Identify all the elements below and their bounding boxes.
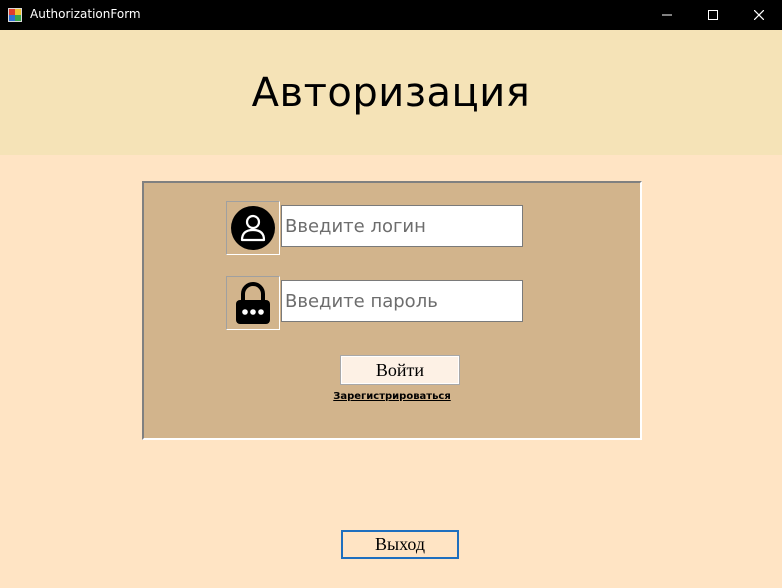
maximize-icon bbox=[708, 10, 718, 20]
exit-button[interactable]: Выход bbox=[341, 530, 459, 559]
window-title: AuthorizationForm bbox=[30, 7, 141, 21]
login-button[interactable]: Войти bbox=[340, 355, 460, 385]
app-icon bbox=[8, 8, 22, 22]
minimize-button[interactable] bbox=[644, 0, 690, 30]
password-icon-box bbox=[226, 276, 280, 330]
page-title: Авторизация bbox=[251, 70, 531, 116]
minimize-icon bbox=[662, 14, 672, 16]
password-input[interactable] bbox=[281, 280, 523, 322]
maximize-button[interactable] bbox=[690, 0, 736, 30]
lock-icon bbox=[236, 282, 270, 324]
header-banner: Авторизация bbox=[0, 30, 782, 155]
login-input[interactable] bbox=[281, 205, 523, 247]
user-icon bbox=[231, 206, 275, 250]
login-icon-box bbox=[226, 201, 280, 255]
window-titlebar: AuthorizationForm bbox=[0, 0, 782, 30]
login-panel: Войти Зарегистрироваться bbox=[142, 181, 642, 440]
close-icon bbox=[754, 10, 764, 20]
close-button[interactable] bbox=[736, 0, 782, 30]
register-link[interactable]: Зарегистрироваться bbox=[144, 391, 640, 402]
